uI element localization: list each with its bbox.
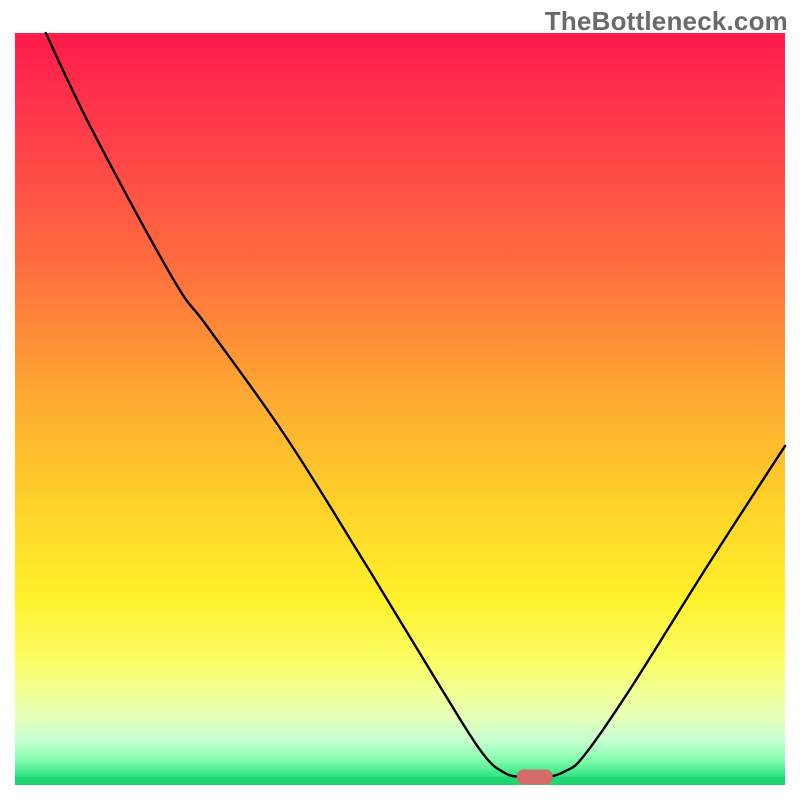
chart-background-gradient [15, 33, 785, 785]
bottleneck-chart [0, 0, 800, 800]
optimal-marker [517, 770, 553, 785]
chart-container: TheBottleneck.com [0, 0, 800, 800]
watermark-text: TheBottleneck.com [545, 6, 788, 37]
chart-baseline [15, 777, 785, 785]
